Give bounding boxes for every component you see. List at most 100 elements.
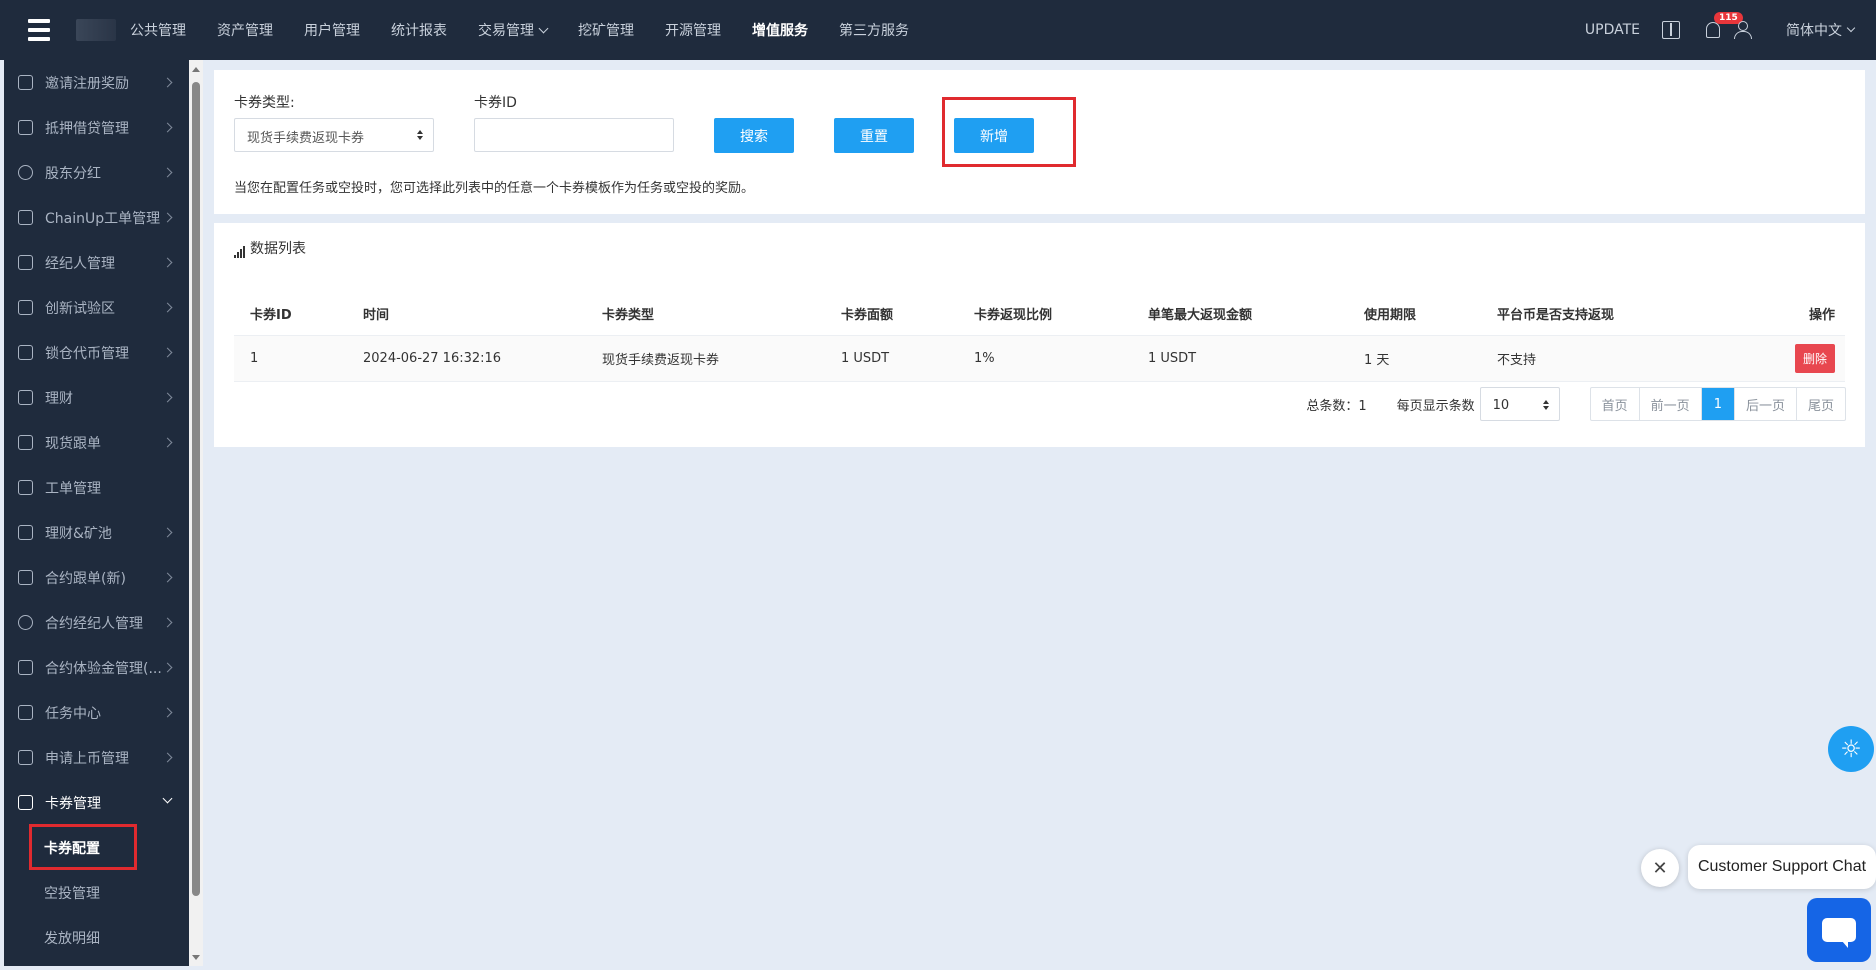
sidebar-item-coupons[interactable]: 卡券管理 — [4, 780, 189, 825]
reset-button[interactable]: 重置 — [834, 118, 914, 153]
coupon-table: 卡券ID 时间 卡券类型 卡券面额 卡券返现比例 单笔最大返现金额 使用期限 平… — [234, 293, 1845, 382]
sidebar-item-tickets[interactable]: 工单管理 — [4, 465, 189, 510]
language-label: 简体中文 — [1786, 23, 1842, 39]
nav-opensource[interactable]: 开源管理 — [665, 20, 721, 40]
support-chat-bubble[interactable]: Customer Support Chat — [1688, 845, 1876, 889]
book-icon[interactable] — [1662, 21, 1680, 39]
sidebar-item-contract-copy[interactable]: 合约跟单(新) — [4, 555, 189, 600]
col-time: 时间 — [347, 293, 586, 336]
last-page-button[interactable]: 尾页 — [1797, 388, 1845, 420]
nav-trading[interactable]: 交易管理 — [478, 20, 549, 40]
sidebar-item-collateral-loan[interactable]: 抵押借贷管理 — [4, 105, 189, 150]
cell-actions: 删除 — [1725, 335, 1845, 382]
chevron-down-icon — [1846, 23, 1856, 33]
sidebar-item-broker[interactable]: 经纪人管理 — [4, 240, 189, 285]
pagination: 总条数：1 每页显示条数 10 首页 前一页 1 后一页 尾页 — [1306, 387, 1846, 421]
chevron-right-icon — [162, 77, 173, 88]
col-cashback-ratio: 卡券返现比例 — [958, 293, 1132, 336]
chevron-down-icon — [538, 23, 549, 33]
chevron-right-icon — [162, 302, 173, 313]
sidebar-subitem-airdrop[interactable]: 空投管理 — [4, 870, 189, 915]
sidebar-item-label: 现货跟单 — [45, 435, 101, 452]
select-arrows-icon — [417, 130, 423, 140]
bar-chart-icon — [18, 570, 33, 585]
current-page-button[interactable]: 1 — [1701, 388, 1735, 420]
prev-page-button[interactable]: 前一页 — [1640, 388, 1702, 420]
sidebar-item-chainup-tickets[interactable]: ChainUp工单管理 — [4, 195, 189, 240]
coupon-type-value: 现货手续费返现卡券 — [247, 131, 365, 146]
nav-public[interactable]: 公共管理 — [130, 20, 186, 40]
nav-value-added[interactable]: 增值服务 — [752, 20, 808, 40]
sidebar-item-spot-copy[interactable]: 现货跟单 — [4, 420, 189, 465]
nav-users[interactable]: 用户管理 — [304, 20, 360, 40]
chat-launcher-button[interactable] — [1807, 898, 1871, 962]
coupon-id-input[interactable] — [474, 118, 674, 152]
data-list-title-text: 数据列表 — [250, 241, 306, 257]
top-navbar: 公共管理 资产管理 用户管理 统计报表 交易管理 挖矿管理 开源管理 增值服务 … — [0, 0, 1876, 60]
highlight-coupon-config — [29, 824, 137, 870]
delete-button[interactable]: 删除 — [1794, 343, 1835, 373]
sidebar-item-label: 锁仓代币管理 — [45, 345, 129, 362]
mail-icon — [18, 480, 33, 495]
chevron-right-icon — [162, 212, 173, 223]
cell-platform-coin-cashback: 不支持 — [1481, 335, 1725, 382]
first-page-button[interactable]: 首页 — [1591, 388, 1640, 420]
sidebar-item-invite-reward[interactable]: 邀请注册奖励 — [4, 60, 189, 105]
chevron-right-icon — [162, 392, 173, 403]
lightbulb-button[interactable]: ☼ — [1828, 726, 1874, 772]
coupon-type-select[interactable]: 现货手续费返现卡券 — [234, 118, 434, 152]
sidebar-item-task-center[interactable]: 任务中心 — [4, 690, 189, 735]
next-page-button[interactable]: 后一页 — [1735, 388, 1797, 420]
sidebar-item-label: 任务中心 — [45, 705, 101, 722]
total-count: 总条数：1 — [1306, 398, 1367, 414]
sidebar-scrollbar[interactable] — [189, 60, 203, 966]
nav-third-party[interactable]: 第三方服务 — [839, 20, 909, 40]
bell-icon — [1706, 22, 1720, 38]
nav-assets[interactable]: 资产管理 — [217, 20, 273, 40]
diamond-icon — [18, 390, 33, 405]
top-nav: 公共管理 资产管理 用户管理 统计报表 交易管理 挖矿管理 开源管理 增值服务 … — [130, 20, 940, 40]
scrollbar-thumb[interactable] — [192, 82, 200, 896]
sidebar-item-label: 创新试验区 — [45, 300, 115, 317]
pie-chart-icon — [18, 165, 33, 180]
sidebar-item-dividend[interactable]: 股东分红 — [4, 150, 189, 195]
bar-chart-icon — [18, 120, 33, 135]
scroll-down-icon[interactable] — [192, 955, 200, 960]
cell-max-cashback: 1 USDT — [1132, 335, 1348, 382]
sidebar-item-label: 工单管理 — [45, 480, 101, 497]
page-size-label: 每页显示条数 — [1396, 398, 1475, 414]
share-icon — [18, 525, 33, 540]
notifications[interactable]: 115 — [1706, 12, 1743, 38]
send-icon — [18, 75, 33, 90]
chevron-right-icon — [162, 752, 173, 763]
sidebar-item-wealth-pool[interactable]: 理财&矿池 — [4, 510, 189, 555]
sidebar-item-locked-tokens[interactable]: 锁仓代币管理 — [4, 330, 189, 375]
nav-mining[interactable]: 挖矿管理 — [578, 20, 634, 40]
grid-icon — [18, 300, 33, 315]
sidebar-item-wealth[interactable]: 理财 — [4, 375, 189, 420]
nav-reports[interactable]: 统计报表 — [391, 20, 447, 40]
menu-toggle-icon[interactable] — [22, 19, 56, 41]
chat-close-button[interactable]: ✕ — [1641, 849, 1679, 887]
language-selector[interactable]: 简体中文 — [1786, 20, 1856, 40]
col-coupon-id: 卡券ID — [234, 293, 347, 336]
book-icon — [18, 660, 33, 675]
sidebar-item-listing-apply[interactable]: 申请上币管理 — [4, 735, 189, 780]
update-link[interactable]: UPDATE — [1585, 22, 1640, 38]
page-size-select[interactable]: 10 — [1479, 387, 1560, 421]
user-icon[interactable] — [1734, 21, 1752, 39]
sidebar-item-label: 理财&矿池 — [45, 525, 112, 542]
sidebar-item-innovation[interactable]: 创新试验区 — [4, 285, 189, 330]
sidebar-item-label: 邀请注册奖励 — [45, 75, 129, 92]
sidebar-item-contract-broker[interactable]: 合约经纪人管理 — [4, 600, 189, 645]
search-button[interactable]: 搜索 — [714, 118, 794, 153]
top-right-tools: UPDATE 115 简体中文 — [1585, 0, 1876, 60]
col-platform-coin-cashback: 平台币是否支持返现 — [1481, 293, 1725, 336]
cell-cashback-ratio: 1% — [958, 335, 1132, 382]
sidebar-item-contract-bonus[interactable]: 合约体验金管理(... — [4, 645, 189, 690]
sidebar-item-label: 卡券管理 — [45, 795, 101, 812]
chevron-right-icon — [162, 347, 173, 358]
chevron-right-icon — [162, 572, 173, 583]
sidebar-subitem-distribution[interactable]: 发放明细 — [4, 915, 189, 960]
scroll-up-icon[interactable] — [192, 67, 200, 72]
